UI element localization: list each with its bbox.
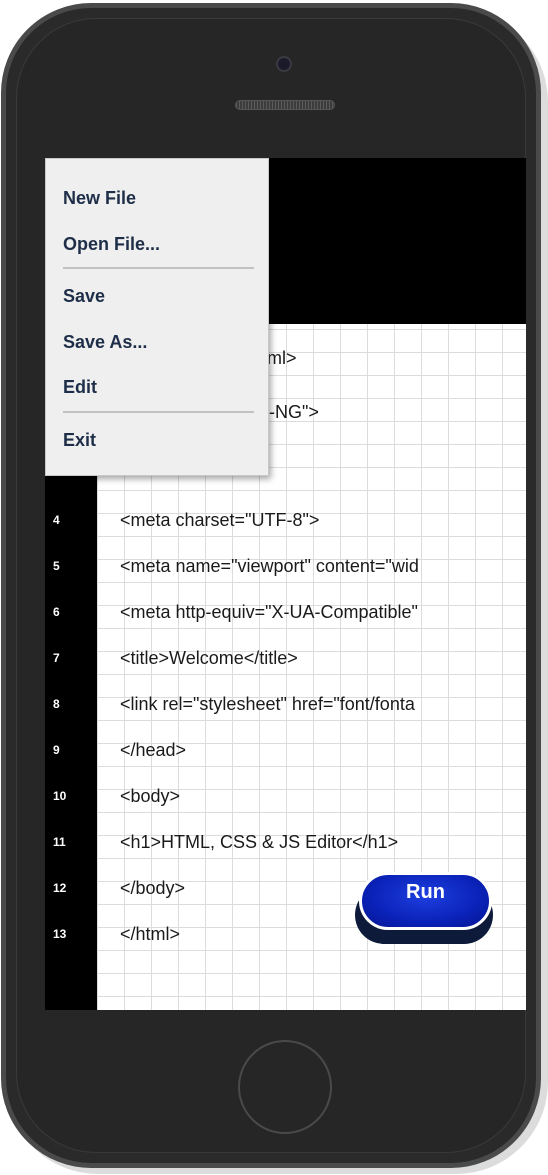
- menu-divider: [63, 267, 254, 269]
- code-line: <h1>HTML, CSS & JS Editor</h1>: [120, 832, 399, 852]
- code-line: </body>: [120, 878, 186, 898]
- line-number: 13: [53, 927, 67, 941]
- code-line: <meta name="viewport" content="wid: [120, 556, 419, 576]
- line-number: 7: [53, 651, 60, 665]
- run-button[interactable]: Run: [359, 872, 492, 930]
- line-number: 12: [53, 881, 67, 895]
- earpiece-speaker: [235, 100, 335, 110]
- code-line: </head>: [120, 740, 187, 760]
- front-camera-icon: [276, 56, 292, 72]
- menu-item-save-as[interactable]: Save As...: [63, 332, 147, 353]
- file-menu: New File Open File... Save Save As... Ed…: [45, 158, 269, 476]
- menu-divider: [63, 411, 254, 413]
- code-line: <meta charset="UTF-8">: [120, 510, 320, 530]
- line-number: 8: [53, 697, 60, 711]
- line-number: 5: [53, 559, 60, 573]
- line-number: 9: [53, 743, 60, 757]
- menu-item-edit[interactable]: Edit: [63, 377, 97, 398]
- line-number: 10: [53, 789, 67, 803]
- line-number: 11: [53, 835, 66, 849]
- code-line: <body>: [120, 786, 181, 806]
- menu-item-exit[interactable]: Exit: [63, 430, 96, 451]
- menu-item-save[interactable]: Save: [63, 286, 105, 307]
- line-number: 4: [53, 513, 60, 527]
- code-line: <meta http-equiv="X-UA-Compatible": [120, 602, 418, 622]
- code-line: <title>Welcome</title>: [120, 648, 298, 668]
- code-line: <link rel="stylesheet" href="font/fonta: [120, 694, 415, 714]
- app-screen: 4 5 6 7 8 9 10 11 12 13 tml> n-NG"> <met…: [45, 158, 526, 1010]
- line-number: 6: [53, 605, 60, 619]
- menu-item-new-file[interactable]: New File: [63, 188, 136, 209]
- code-line: </html>: [120, 924, 181, 944]
- home-button[interactable]: [238, 1040, 332, 1134]
- menu-item-open-file[interactable]: Open File...: [63, 234, 160, 255]
